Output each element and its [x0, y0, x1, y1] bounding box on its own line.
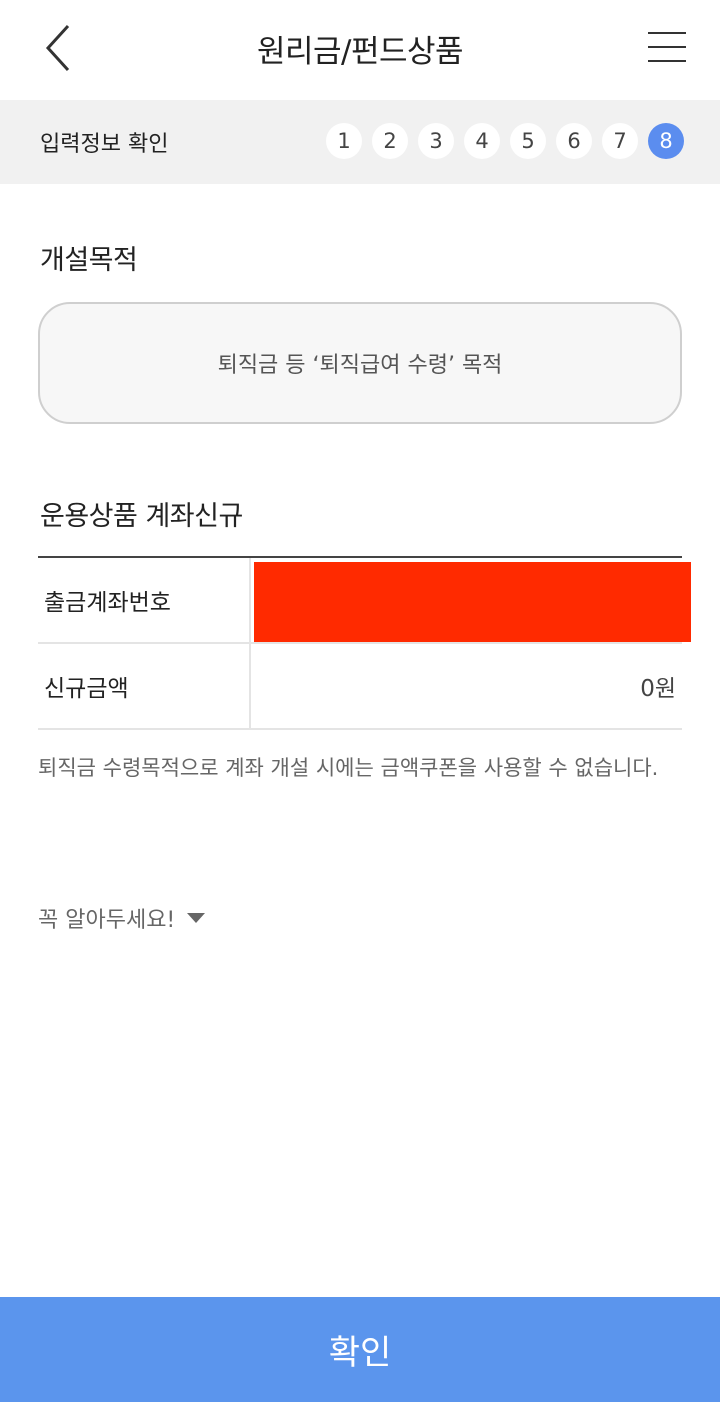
new-amount-value: 0원 [640, 676, 676, 702]
step-7: 7 [602, 123, 638, 159]
coupon-notice: 퇴직금 수령목적으로 계좌 개설 시에는 금액쿠폰을 사용할 수 없습니다. [38, 756, 659, 780]
account-section-title: 운용상품 계좌신규 [40, 501, 243, 532]
step-2: 2 [372, 123, 408, 159]
purpose-selection[interactable]: 퇴직금 등 ‘퇴직급여 수령’ 목적 [38, 302, 682, 424]
withdraw-account-label: 출금계좌번호 [38, 558, 251, 642]
step-4: 4 [464, 123, 500, 159]
must-know-label: 꼭 알아두세요! [38, 908, 176, 933]
app-header: 원리금/펀드상품 [0, 0, 720, 100]
step-6: 6 [556, 123, 592, 159]
step-8-active: 8 [648, 123, 684, 159]
step-3: 3 [418, 123, 454, 159]
purpose-section-title: 개설목적 [40, 245, 138, 276]
hamburger-icon [648, 32, 686, 34]
redacted-account-number [254, 562, 691, 642]
must-know-toggle[interactable]: 꼭 알아두세요! [38, 902, 206, 934]
account-info-table: 출금계좌번호 신규금액 0원 [38, 556, 691, 730]
page-title: 원리금/펀드상품 [256, 34, 464, 70]
step-title: 입력정보 확인 [40, 132, 169, 157]
table-row-withdraw-account: 출금계좌번호 [38, 558, 691, 644]
menu-button[interactable] [644, 24, 690, 70]
caret-down-icon [187, 913, 206, 923]
step-5: 5 [510, 123, 546, 159]
step-1: 1 [326, 123, 362, 159]
confirm-button[interactable]: 확인 [0, 1297, 720, 1402]
step-indicator-bar: 입력정보 확인 1 2 3 4 5 6 7 8 [0, 100, 720, 184]
step-list: 1 2 3 4 5 6 7 8 [326, 123, 684, 159]
table-row-new-amount: 신규금액 0원 [38, 644, 682, 730]
new-amount-label: 신규금액 [38, 644, 251, 728]
